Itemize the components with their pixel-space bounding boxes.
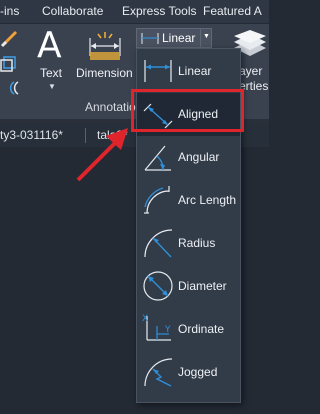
annotation-arrow-icon xyxy=(76,128,128,182)
